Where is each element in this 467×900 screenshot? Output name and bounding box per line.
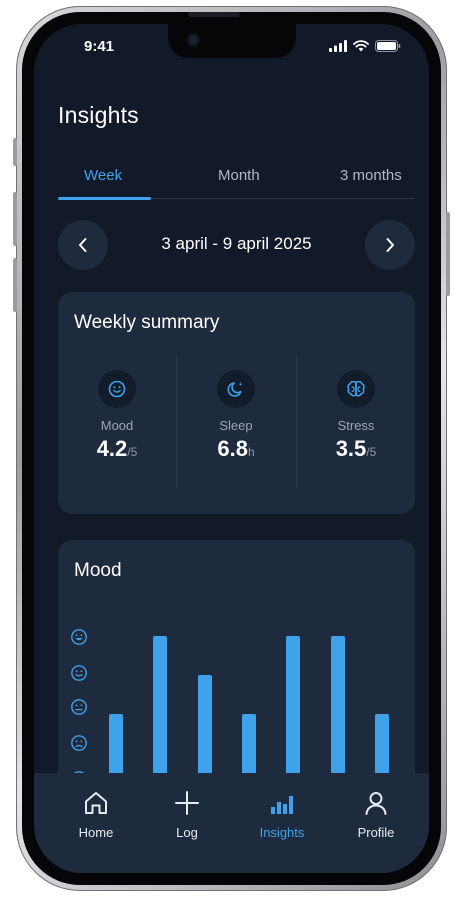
stress-label: Stress (337, 418, 375, 433)
nav-profile[interactable]: Profile (336, 787, 416, 840)
stress-score: 3.5 (335, 436, 367, 461)
nav-profile-label: Profile (357, 825, 395, 840)
nav-log-label: Log (176, 825, 198, 840)
cellular-signal-icon (329, 40, 347, 52)
home-icon (85, 792, 107, 814)
active-tab-indicator (58, 197, 151, 200)
chevron-right-icon (386, 238, 394, 252)
moon-icon (217, 370, 255, 408)
wifi-icon (353, 40, 369, 52)
user-icon (365, 792, 387, 815)
sleep-hours: 6.8 (217, 436, 248, 461)
tab-week[interactable]: Week (84, 167, 122, 184)
tab-3-months[interactable]: 3 months (340, 167, 402, 184)
nav-log[interactable]: Log (147, 787, 227, 840)
side-button (13, 138, 17, 166)
mood-metric: Mood 4.2/5 (58, 354, 176, 484)
side-button (13, 258, 17, 312)
mood-label: Mood (100, 418, 134, 433)
smiley-icon (98, 370, 136, 408)
status-icons (329, 40, 401, 52)
notch (168, 24, 296, 58)
side-button (446, 212, 450, 296)
weekly-summary-card: Weekly summary Mood 4.2/5 Sleep 6.8h Str… (58, 292, 415, 514)
app-screen: 9:41 Insights Week Month 3 months 3 apri… (34, 24, 429, 873)
page-title: Insights (58, 102, 139, 128)
front-camera (188, 35, 198, 45)
sleep-value: 6.8h (177, 436, 295, 462)
date-range-label: 3 april - 9 april 2025 (161, 234, 312, 253)
tab-month[interactable]: Month (218, 167, 260, 184)
stress-unit: /5 (366, 445, 377, 459)
stress-metric: Stress 3.5/5 (297, 354, 415, 484)
brain-icon (337, 370, 375, 408)
status-time: 9:41 (84, 38, 115, 55)
bar-chart-icon (271, 796, 293, 814)
date-range-selector: 3 april - 9 april 2025 (58, 220, 415, 270)
speaker-grille (188, 12, 240, 17)
mood-score: 4.2 (96, 436, 128, 461)
next-week-button[interactable] (365, 220, 415, 270)
sleep-metric: Sleep 6.8h (177, 354, 295, 484)
nav-insights[interactable]: Insights (242, 787, 322, 840)
stress-value: 3.5/5 (297, 436, 415, 462)
mood-unit: /5 (127, 445, 138, 459)
nav-home[interactable]: Home (56, 787, 136, 840)
nav-insights-label: Insights (259, 825, 305, 840)
battery-icon (375, 40, 401, 52)
nav-home-label: Home (78, 825, 114, 840)
sleep-unit: h (247, 445, 255, 459)
side-button (13, 192, 17, 246)
bottom-tab-bar: Home Log Insights Profile (34, 773, 429, 873)
sleep-label: Sleep (219, 418, 253, 433)
weekly-summary-title: Weekly summary (74, 312, 220, 333)
mood-value: 4.2/5 (58, 436, 176, 462)
plus-icon (175, 791, 199, 815)
period-tabs: Week Month 3 months (58, 162, 415, 200)
phone-frame: 9:41 Insights Week Month 3 months 3 apri… (13, 6, 450, 891)
phone-bezel: 9:41 Insights Week Month 3 months 3 apri… (22, 12, 441, 885)
